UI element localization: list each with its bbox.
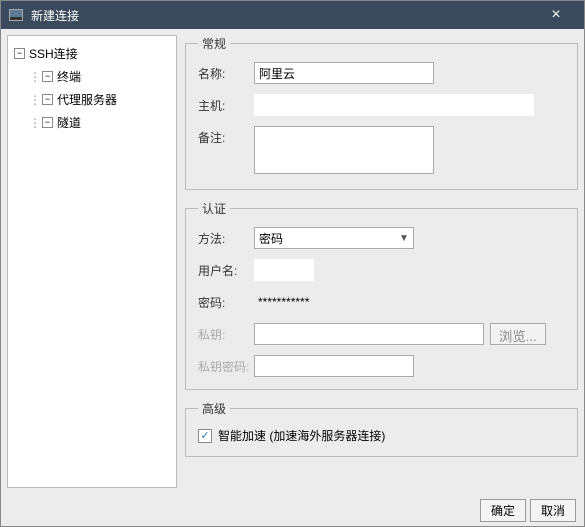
tree-label: 隧道 bbox=[57, 114, 81, 131]
browse-button[interactable]: 浏览... bbox=[490, 323, 546, 345]
dialog-window: 新建连接 × − SSH连接 ⋮ − 终端 ⋮ − 代理服务器 ⋮ − 隧道 bbox=[0, 0, 585, 527]
name-input[interactable] bbox=[254, 62, 434, 84]
window-title: 新建连接 bbox=[31, 7, 536, 24]
tree-root-ssh[interactable]: − SSH连接 bbox=[12, 42, 172, 65]
name-label: 名称: bbox=[198, 62, 254, 82]
dialog-body: − SSH连接 ⋮ − 终端 ⋮ − 代理服务器 ⋮ − 隧道 常规 bbox=[1, 29, 584, 494]
method-label: 方法: bbox=[198, 227, 254, 247]
legend-auth: 认证 bbox=[198, 200, 230, 217]
main-panel: 常规 名称: 主机: 备注: 认证 方法: bbox=[177, 29, 584, 494]
password-label: 密码: bbox=[198, 291, 254, 311]
cancel-button[interactable]: 取消 bbox=[530, 499, 576, 522]
titlebar: 新建连接 × bbox=[1, 1, 584, 29]
ok-button[interactable]: 确定 bbox=[480, 499, 526, 522]
method-combo[interactable]: 密码 ▼ bbox=[254, 227, 414, 249]
footer: 确定 取消 bbox=[1, 494, 584, 526]
note-label: 备注: bbox=[198, 126, 254, 146]
collapse-icon[interactable]: − bbox=[42, 117, 53, 128]
collapse-icon[interactable]: − bbox=[42, 94, 53, 105]
tree-item-terminal[interactable]: ⋮ − 终端 bbox=[12, 65, 172, 88]
sidebar: − SSH连接 ⋮ − 终端 ⋮ − 代理服务器 ⋮ − 隧道 bbox=[7, 35, 177, 488]
privkey-input[interactable] bbox=[254, 323, 484, 345]
tree-label: SSH连接 bbox=[29, 45, 78, 62]
accel-label: 智能加速 (加速海外服务器连接) bbox=[218, 427, 385, 444]
note-textarea[interactable] bbox=[254, 126, 434, 174]
close-icon[interactable]: × bbox=[536, 6, 576, 24]
user-input[interactable] bbox=[254, 259, 314, 281]
group-auth: 认证 方法: 密码 ▼ 用户名: 密码: bbox=[185, 200, 578, 390]
collapse-icon[interactable]: − bbox=[42, 71, 53, 82]
accel-checkbox[interactable]: ✓ bbox=[198, 429, 212, 443]
privpass-input[interactable] bbox=[254, 355, 414, 377]
host-input[interactable] bbox=[254, 94, 534, 116]
legend-advanced: 高级 bbox=[198, 400, 230, 417]
password-input[interactable] bbox=[254, 291, 414, 313]
host-label: 主机: bbox=[198, 94, 254, 114]
tree-label: 终端 bbox=[57, 68, 81, 85]
tree-label: 代理服务器 bbox=[57, 91, 117, 108]
privkey-label: 私钥: bbox=[198, 323, 254, 343]
chevron-down-icon: ▼ bbox=[395, 233, 413, 244]
legend-general: 常规 bbox=[198, 35, 230, 52]
tree-line-icon: ⋮ bbox=[28, 116, 42, 130]
tree-item-tunnel[interactable]: ⋮ − 隧道 bbox=[12, 111, 172, 134]
tree-item-proxy[interactable]: ⋮ − 代理服务器 bbox=[12, 88, 172, 111]
tree-line-icon: ⋮ bbox=[28, 70, 42, 84]
privpass-label: 私钥密码: bbox=[198, 355, 254, 375]
check-icon: ✓ bbox=[200, 429, 209, 442]
user-label: 用户名: bbox=[198, 259, 254, 279]
method-value: 密码 bbox=[259, 230, 283, 247]
collapse-icon[interactable]: − bbox=[14, 48, 25, 59]
group-general: 常规 名称: 主机: 备注: bbox=[185, 35, 578, 190]
group-advanced: 高级 ✓ 智能加速 (加速海外服务器连接) bbox=[185, 400, 578, 457]
app-icon bbox=[9, 9, 23, 21]
tree-line-icon: ⋮ bbox=[28, 93, 42, 107]
